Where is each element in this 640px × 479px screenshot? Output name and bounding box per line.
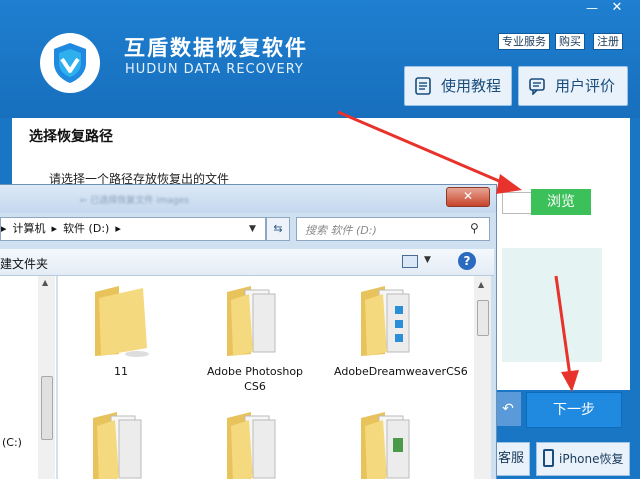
- breadcrumb-computer[interactable]: 计算机: [13, 222, 46, 235]
- scroll-up-icon[interactable]: ▲: [478, 280, 484, 289]
- user-review-label: 用户评价: [555, 77, 616, 95]
- search-placeholder: 搜索 软件 (D:): [305, 224, 377, 237]
- refresh-icon: ⇆: [273, 222, 283, 235]
- folder-item[interactable]: [66, 408, 176, 479]
- nav-scroll-thumb[interactable]: [41, 376, 53, 440]
- comment-icon: [529, 78, 545, 95]
- folder-with-green-files-icon: [361, 412, 410, 479]
- help-icon[interactable]: ?: [458, 252, 476, 270]
- folder-item[interactable]: 11: [66, 282, 176, 379]
- section-title: 选择恢复路径: [29, 129, 113, 145]
- document-icon: [415, 77, 431, 95]
- tutorial-button[interactable]: 使用教程: [404, 66, 512, 106]
- folder-name: Adobe Photoshop CS6: [206, 365, 304, 393]
- breadcrumb-chevron-icon: ▸: [1, 222, 7, 235]
- folder-item[interactable]: Adobe Photoshop CS6: [200, 282, 310, 394]
- folder-browse-dialog: ← 已选择恢复文件 images ✕ ▸ 计算机 ▸ 软件 (D:) ▸ ▼ ⇆ 搜索 …: [0, 184, 497, 479]
- back-arrow-icon: ↶: [502, 401, 514, 417]
- app-logo-icon: [40, 33, 100, 93]
- refresh-button[interactable]: ⇆: [266, 217, 290, 241]
- dialog-title: ← 已选择恢复文件 images: [80, 196, 189, 206]
- file-list-scrollbar[interactable]: ▲: [474, 276, 491, 479]
- file-list: 11 Adobe Photoshop CS6 AdobeDreamweaverC…: [58, 276, 474, 479]
- dialog-titlebar: ← 已选择恢复文件 images ✕: [0, 185, 496, 213]
- navigation-pane: (C:) ▲: [0, 276, 57, 479]
- breadcrumb-chevron-icon: ▸: [115, 222, 121, 235]
- phone-icon: [543, 449, 554, 467]
- tutorial-label: 使用教程: [441, 77, 502, 95]
- iphone-recovery-label: iPhone恢复: [559, 452, 624, 466]
- user-review-button[interactable]: 用户评价: [518, 66, 628, 106]
- chevron-down-icon[interactable]: ▼: [249, 218, 256, 240]
- buy-link[interactable]: 购买: [555, 33, 585, 50]
- folder-item[interactable]: [200, 408, 310, 479]
- folder-item[interactable]: AdobeDreamweaverCS6: [334, 282, 468, 379]
- nav-item-drive-c[interactable]: (C:): [2, 436, 22, 449]
- scroll-up-icon[interactable]: ▲: [42, 278, 48, 287]
- customer-service-button[interactable]: 客服: [492, 442, 530, 476]
- folder-with-documents-icon: [227, 286, 276, 356]
- folder-icon: [95, 286, 149, 357]
- back-button[interactable]: ↶: [495, 392, 521, 426]
- minimize-button[interactable]: —: [580, 0, 604, 18]
- folder-with-documents-icon: [227, 412, 276, 479]
- chevron-down-icon[interactable]: ▼: [424, 255, 431, 265]
- app-title: 互盾数据恢复软件: [124, 36, 308, 60]
- browse-button[interactable]: 浏览: [531, 189, 591, 215]
- folder-name: 11: [114, 365, 128, 378]
- search-input[interactable]: 搜索 软件 (D:) ⚲: [296, 217, 490, 241]
- breadcrumb-chevron-icon: ▸: [51, 222, 58, 235]
- folder-name: AdobeDreamweaverCS6: [334, 365, 468, 378]
- search-icon: ⚲: [470, 221, 479, 235]
- folder-item[interactable]: [334, 408, 444, 479]
- folder-with-documents-icon: [93, 412, 142, 479]
- folder-with-blue-files-icon: [361, 286, 410, 356]
- register-link[interactable]: 注册: [593, 33, 623, 50]
- professional-service-link[interactable]: 专业服务: [498, 33, 550, 50]
- next-step-button[interactable]: 下一步: [526, 392, 622, 428]
- dialog-close-button[interactable]: ✕: [446, 187, 490, 207]
- address-bar[interactable]: ▸ 计算机 ▸ 软件 (D:) ▸ ▼: [0, 217, 266, 241]
- view-icon[interactable]: [402, 255, 418, 268]
- iphone-recovery-button[interactable]: iPhone恢复: [536, 442, 630, 476]
- new-folder-button[interactable]: 建文件夹: [0, 255, 48, 272]
- close-button[interactable]: ✕: [605, 0, 629, 18]
- nav-scrollbar[interactable]: ▲: [38, 276, 55, 479]
- file-scroll-thumb[interactable]: [477, 300, 489, 336]
- info-panel: [502, 248, 602, 362]
- dialog-toolbar: 建文件夹 ▼ ?: [0, 249, 494, 276]
- app-header: — ✕ 互盾数据恢复软件 HUDUN DATA RECOVERY 专业服务 购买…: [0, 0, 640, 118]
- app-subtitle: HUDUN DATA RECOVERY: [125, 62, 304, 77]
- breadcrumb-drive-d[interactable]: 软件 (D:): [63, 222, 109, 235]
